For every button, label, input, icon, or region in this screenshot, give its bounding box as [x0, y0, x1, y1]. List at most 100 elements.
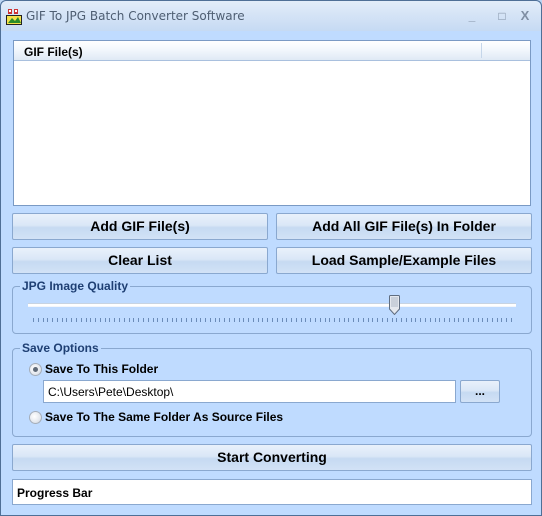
slider-tick: [392, 318, 393, 322]
jpg-quality-label: JPG Image Quality: [20, 279, 131, 293]
slider-tick: [234, 318, 235, 322]
slider-tick: [95, 318, 96, 322]
slider-tick: [229, 318, 230, 322]
slider-tick: [334, 318, 335, 322]
title-bar[interactable]: GIF To JPG Batch Converter Software _ □ …: [1, 1, 541, 31]
slider-tick: [109, 318, 110, 322]
close-button[interactable]: X: [514, 7, 536, 25]
slider-tick: [153, 318, 154, 322]
output-folder-input[interactable]: [43, 380, 456, 403]
slider-tick: [482, 318, 483, 322]
slider-tick: [315, 318, 316, 322]
slider-tick: [301, 318, 302, 322]
slider-tick: [310, 318, 311, 322]
slider-tick: [90, 318, 91, 322]
slider-tick: [114, 318, 115, 322]
slider-tick: [415, 318, 416, 322]
save-options-group: Save Options Save To This Folder ... Sav…: [12, 341, 532, 437]
jpg-quality-group: JPG Image Quality: [12, 279, 532, 334]
slider-tick: [353, 318, 354, 322]
slider-tick: [148, 318, 149, 322]
slider-tick: [277, 318, 278, 322]
start-converting-button[interactable]: Start Converting: [12, 444, 532, 471]
slider-tick: [33, 318, 34, 322]
slider-tick: [62, 318, 63, 322]
slider-tick: [100, 318, 101, 322]
slider-tick: [133, 318, 134, 322]
slider-tick: [143, 318, 144, 322]
save-to-source-radio[interactable]: [29, 411, 42, 424]
slider-tick: [86, 318, 87, 322]
slider-tick: [473, 318, 474, 322]
slider-tick: [138, 318, 139, 322]
slider-tick: [196, 318, 197, 322]
slider-tick: [243, 318, 244, 322]
save-to-folder-radio[interactable]: [29, 363, 42, 376]
progress-bar: Progress Bar: [12, 479, 532, 505]
slider-tick: [43, 318, 44, 322]
browse-folder-button[interactable]: ...: [460, 380, 500, 403]
app-window: GIF To JPG Batch Converter Software _ □ …: [0, 0, 542, 516]
slider-tick: [272, 318, 273, 322]
slider-tick: [344, 318, 345, 322]
slider-tick: [329, 318, 330, 322]
slider-tick: [215, 318, 216, 322]
slider-tick: [205, 318, 206, 322]
slider-tick: [200, 318, 201, 322]
slider-tick: [57, 318, 58, 322]
minimize-icon: _: [468, 9, 476, 23]
slider-tick: [105, 318, 106, 322]
column-separator[interactable]: [481, 43, 482, 58]
slider-tick: [425, 318, 426, 322]
slider-tick: [406, 318, 407, 322]
slider-tick: [396, 318, 397, 322]
maximize-icon: □: [498, 9, 506, 23]
slider-tick: [430, 318, 431, 322]
quality-slider-track[interactable]: [28, 303, 516, 307]
list-header: GIF File(s): [14, 41, 530, 61]
window-title: GIF To JPG Batch Converter Software: [26, 9, 245, 23]
clear-list-button[interactable]: Clear List: [12, 247, 268, 274]
minimize-button[interactable]: _: [461, 7, 483, 25]
slider-tick: [239, 318, 240, 322]
slider-tick: [162, 318, 163, 322]
add-gif-files-button[interactable]: Add GIF File(s): [12, 213, 268, 240]
slider-tick: [282, 318, 283, 322]
maximize-button[interactable]: □: [491, 7, 513, 25]
slider-tick: [449, 318, 450, 322]
slider-tick: [52, 318, 53, 322]
save-options-label: Save Options: [20, 341, 101, 355]
slider-tick: [119, 318, 120, 322]
slider-tick: [387, 318, 388, 322]
slider-tick: [167, 318, 168, 322]
slider-tick: [377, 318, 378, 322]
slider-tick: [219, 318, 220, 322]
add-folder-button[interactable]: Add All GIF File(s) In Folder: [276, 213, 532, 240]
slider-tick: [76, 318, 77, 322]
slider-tick: [191, 318, 192, 322]
slider-tick: [506, 318, 507, 322]
save-to-folder-label[interactable]: Save To This Folder: [45, 362, 158, 376]
slider-tick: [224, 318, 225, 322]
slider-tick: [368, 318, 369, 322]
quality-slider-thumb[interactable]: [388, 295, 400, 315]
load-samples-button[interactable]: Load Sample/Example Files: [276, 247, 532, 274]
slider-tick: [305, 318, 306, 322]
slider-tick: [186, 318, 187, 322]
slider-tick: [382, 318, 383, 322]
save-to-source-label[interactable]: Save To The Same Folder As Source Files: [45, 410, 283, 424]
slider-tick: [81, 318, 82, 322]
quality-slider-ticks: [33, 318, 513, 323]
slider-tick: [401, 318, 402, 322]
slider-tick: [435, 318, 436, 322]
slider-tick: [439, 318, 440, 322]
slider-tick: [358, 318, 359, 322]
app-converter-icon: [6, 9, 22, 25]
slider-tick: [267, 318, 268, 322]
slider-tick: [320, 318, 321, 322]
column-header-gif-files[interactable]: GIF File(s): [24, 45, 83, 59]
gif-file-list[interactable]: GIF File(s): [13, 40, 531, 206]
slider-tick: [124, 318, 125, 322]
slider-tick: [262, 318, 263, 322]
slider-tick: [296, 318, 297, 322]
